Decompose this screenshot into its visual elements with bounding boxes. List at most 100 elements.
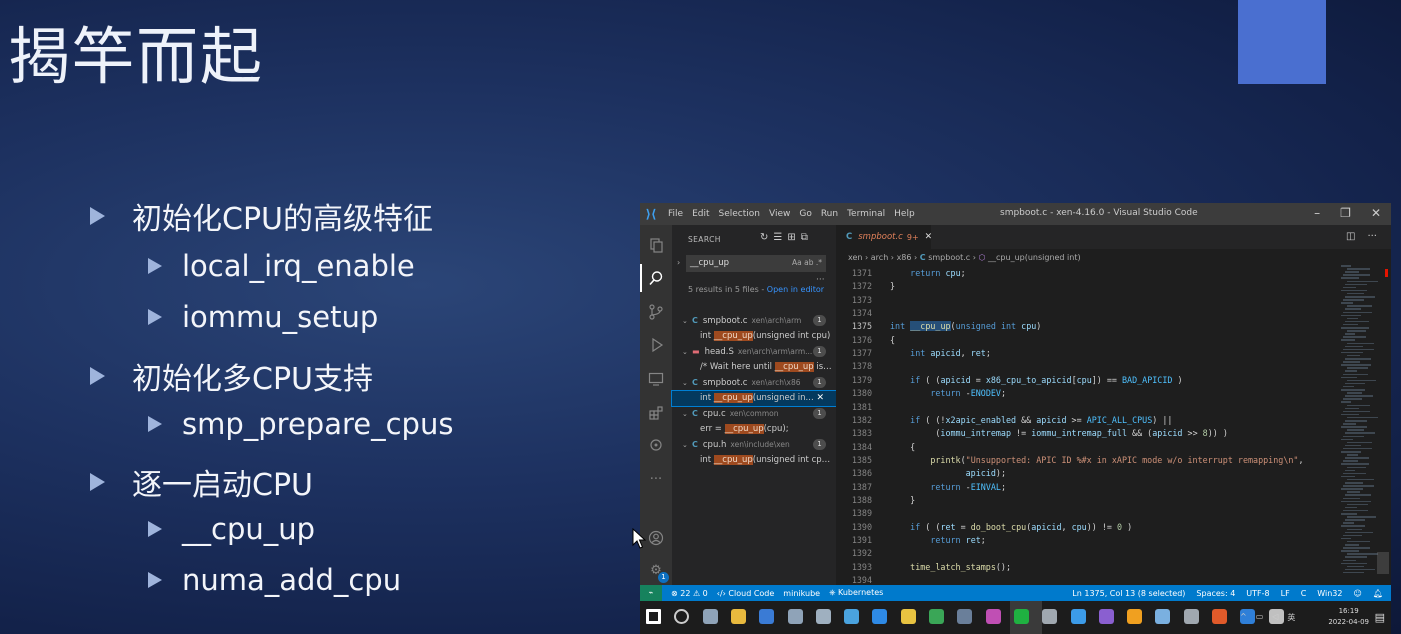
run-debug-icon[interactable] bbox=[648, 337, 664, 353]
more-icon[interactable]: ··· bbox=[648, 472, 664, 488]
app-icon[interactable] bbox=[1127, 609, 1143, 624]
code-line[interactable]: 1384 { bbox=[836, 441, 1336, 454]
chevron-down-icon[interactable]: ⌄ bbox=[682, 379, 692, 387]
search-result-file[interactable]: ⌄ Csmpboot.c xen\arch\x86 1 bbox=[672, 375, 836, 390]
accounts-icon[interactable] bbox=[648, 530, 664, 546]
menu-item[interactable]: Selection bbox=[719, 209, 760, 219]
search-result-file[interactable]: ⌄ Ccpu.c xen\common 1 bbox=[672, 406, 836, 421]
code-line[interactable]: 1373 bbox=[836, 294, 1336, 307]
visual-studio-icon[interactable] bbox=[1098, 609, 1114, 624]
minimize-icon[interactable]: – bbox=[1314, 206, 1320, 220]
code-line[interactable]: 1390 if ( (ret = do_boot_cpu(apicid, cpu… bbox=[836, 521, 1336, 534]
code-line[interactable]: 1378 bbox=[836, 360, 1336, 373]
breadcrumb-part[interactable]: x86 bbox=[897, 253, 912, 262]
menu-item[interactable]: Go bbox=[799, 209, 811, 219]
kubernetes-status[interactable]: ⎈ Kubernetes bbox=[829, 588, 883, 598]
editor-more-icon[interactable]: ··· bbox=[1367, 231, 1377, 242]
code-line[interactable]: 1380 return -ENODEV; bbox=[836, 387, 1336, 400]
search-taskbar-icon[interactable] bbox=[674, 609, 690, 624]
code-line[interactable]: 1376 { bbox=[836, 334, 1336, 347]
code-line[interactable]: 1377 int apicid, ret; bbox=[836, 347, 1336, 360]
encoding-status[interactable]: UTF-8 bbox=[1246, 589, 1269, 598]
clear-results-icon[interactable]: ☰ bbox=[773, 232, 782, 243]
search-result-match[interactable]: /* Wait here until __cpu_up is re... bbox=[672, 360, 836, 375]
app-icon[interactable] bbox=[957, 609, 973, 624]
code-line[interactable]: 1389 bbox=[836, 507, 1336, 520]
app-icon[interactable] bbox=[815, 609, 831, 624]
code-line[interactable]: 1379 if ( (apicid = x86_cpu_to_apicid[cp… bbox=[836, 374, 1336, 387]
cloud-code-status[interactable]: ‹/› Cloud Code bbox=[717, 589, 775, 598]
wechat-icon[interactable] bbox=[1013, 609, 1029, 624]
tray-chevron-icon[interactable]: ^ bbox=[1240, 612, 1247, 623]
search-input[interactable]: __cpu_up Aa ab .* bbox=[686, 255, 826, 272]
volume-icon[interactable]: ◁ bbox=[1272, 612, 1278, 623]
close-icon[interactable]: ✕ bbox=[1371, 206, 1381, 220]
source-control-icon[interactable] bbox=[648, 304, 664, 320]
cursor-position[interactable]: Ln 1375, Col 13 (8 selected) bbox=[1072, 589, 1185, 598]
dismiss-result-icon[interactable]: ✕ bbox=[816, 393, 824, 403]
start-button-icon[interactable] bbox=[646, 609, 661, 624]
edge-icon[interactable] bbox=[872, 609, 888, 624]
app-icon[interactable] bbox=[985, 609, 1001, 624]
breadcrumb-part[interactable]: xen bbox=[848, 253, 862, 262]
search-result-file[interactable]: ⌄ ▬ head.S xen\arch\arm\arm... 1 bbox=[672, 344, 836, 359]
app-icon[interactable] bbox=[1042, 609, 1058, 624]
file-explorer-icon[interactable] bbox=[730, 609, 746, 624]
menu-item[interactable]: Edit bbox=[692, 209, 709, 219]
problems-status[interactable]: ⊗ 22 ⚠ 0 bbox=[671, 589, 708, 598]
breadcrumb-file[interactable]: smpboot.c bbox=[928, 253, 970, 262]
ime-indicator[interactable]: 英 bbox=[1287, 612, 1295, 623]
action-center-icon[interactable]: ▤ bbox=[1375, 611, 1385, 624]
remote-explorer-icon[interactable] bbox=[648, 371, 664, 387]
app-icon[interactable] bbox=[1183, 609, 1199, 624]
code-line[interactable]: 1391 return ret; bbox=[836, 534, 1336, 547]
code-line[interactable]: 1371 return cpu; bbox=[836, 267, 1336, 280]
vscode-taskbar-icon[interactable] bbox=[1070, 609, 1086, 624]
code-line[interactable]: 1374 bbox=[836, 307, 1336, 320]
app-icon[interactable] bbox=[759, 609, 775, 624]
chevron-down-icon[interactable]: ⌄ bbox=[682, 441, 692, 449]
network-icon[interactable]: ▭ bbox=[1256, 612, 1264, 623]
code-line[interactable]: 1392 bbox=[836, 547, 1336, 560]
app-icon[interactable] bbox=[900, 609, 916, 624]
code-line[interactable]: 1387 return -EINVAL; bbox=[836, 481, 1336, 494]
search-result-match[interactable]: int __cpu_up(unsigned int cpun... bbox=[672, 453, 836, 468]
chevron-down-icon[interactable]: ⌄ bbox=[682, 317, 692, 325]
search-options[interactable]: Aa ab .* bbox=[792, 258, 822, 267]
code-line[interactable]: 1388 } bbox=[836, 494, 1336, 507]
git-graph-icon[interactable] bbox=[648, 437, 664, 453]
split-editor-icon[interactable]: ◫ bbox=[1346, 231, 1355, 242]
code-line[interactable]: 1381 bbox=[836, 401, 1336, 414]
language-status[interactable]: C bbox=[1301, 589, 1307, 598]
search-result-match[interactable]: int __cpu_up(unsigned int cpu) bbox=[672, 329, 836, 344]
scrollbar-thumb[interactable] bbox=[1377, 552, 1389, 574]
search-result-file[interactable]: ⌄ Csmpboot.c xen\arch\arm 1 bbox=[672, 313, 836, 328]
eol-status[interactable]: LF bbox=[1281, 589, 1290, 598]
chrome-icon[interactable] bbox=[929, 609, 944, 624]
breadcrumb-symbol[interactable]: __cpu_up(unsigned int) bbox=[988, 253, 1081, 262]
search-result-match[interactable]: err = __cpu_up(cpu); bbox=[672, 422, 836, 437]
code-line[interactable]: 1383 (iommu_intremap != iommu_intremap_f… bbox=[836, 427, 1336, 440]
search-icon[interactable] bbox=[648, 270, 664, 286]
tab-smpboot[interactable]: C smpboot.c 9+ ✕ bbox=[836, 225, 932, 249]
search-result-file[interactable]: ⌄ Ccpu.h xen\include\xen 1 bbox=[672, 437, 836, 452]
code-line[interactable]: 1382 if ( (!x2apic_enabled && apicid >= … bbox=[836, 414, 1336, 427]
collapse-all-icon[interactable]: ⧉ bbox=[801, 232, 808, 243]
taskbar-clock[interactable]: 16:19 2022-04-09 bbox=[1328, 606, 1369, 628]
app-icon[interactable] bbox=[787, 609, 803, 624]
notifications-icon[interactable]: 🔔︎ bbox=[1373, 589, 1383, 598]
search-result-match[interactable]: int __cpu_up(unsigned in... ✕ bbox=[671, 389, 837, 407]
app-icon[interactable] bbox=[702, 609, 718, 624]
code-line[interactable]: 1393 time_latch_stamps(); bbox=[836, 561, 1336, 574]
refresh-icon[interactable]: ↻ bbox=[760, 232, 768, 243]
app-icon[interactable] bbox=[1212, 609, 1227, 624]
feedback-icon[interactable]: ☺ bbox=[1354, 589, 1362, 598]
menu-item[interactable]: File bbox=[668, 209, 683, 219]
menu-item[interactable]: View bbox=[769, 209, 790, 219]
breadcrumb-part[interactable]: arch bbox=[871, 253, 888, 262]
menu-item[interactable]: Run bbox=[821, 209, 838, 219]
code-line[interactable]: 1372} bbox=[836, 280, 1336, 293]
app-icon[interactable] bbox=[844, 609, 860, 624]
chevron-down-icon[interactable]: ⌄ bbox=[682, 348, 692, 356]
minimap[interactable] bbox=[1341, 265, 1378, 585]
